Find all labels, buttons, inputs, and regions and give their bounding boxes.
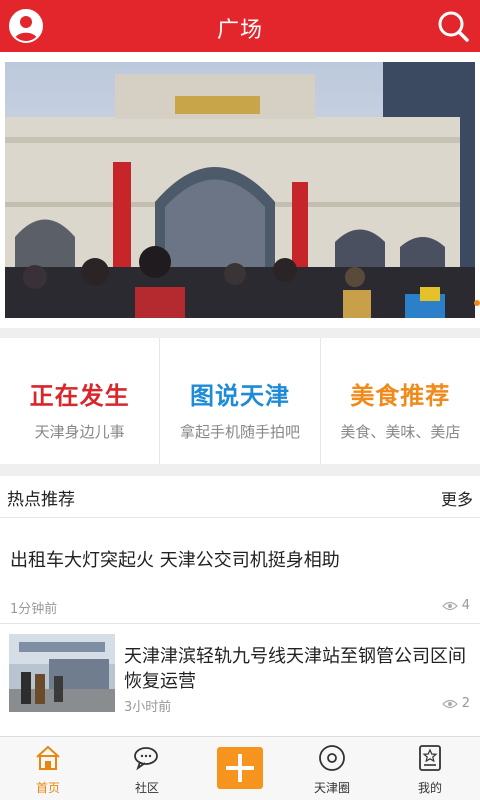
news-views: 2 — [441, 696, 470, 711]
news-time: 3小时前 — [124, 700, 172, 715]
news-time: 1分钟前 — [10, 602, 58, 617]
eye-icon — [441, 601, 458, 610]
category-subtitle: 美食、美味、美店 — [340, 423, 461, 441]
nav-label: 社区 — [134, 781, 159, 795]
category-subtitle: 天津身边儿事 — [34, 423, 125, 441]
news-item[interactable]: 天津津滨轻轨九号线天津站至钢管公司区间恢复运营 3小时前 2 — [0, 624, 480, 736]
section-title: 热点推荐 — [7, 490, 75, 510]
banner-image[interactable] — [5, 62, 475, 318]
carousel-indicator[interactable] — [474, 300, 480, 306]
category-happening[interactable]: 正在发生 天津身边儿事 — [0, 338, 159, 464]
chat-bubbles-icon — [134, 747, 158, 771]
view-count: 2 — [461, 696, 470, 711]
hot-section-header: 热点推荐 更多 — [0, 476, 480, 518]
nav-label: 我的 — [417, 781, 442, 795]
nav-label: 天津圈 — [313, 781, 350, 795]
disc-icon — [319, 745, 345, 771]
category-title: 美食推荐 — [350, 382, 451, 410]
news-title: 出租车大灯突起火 天津公交司机挺身相助 — [10, 550, 340, 571]
search-icon[interactable] — [436, 9, 470, 43]
bottom-nav: 首页 社区 天津圈 我的 — [0, 736, 480, 800]
nav-label: 首页 — [35, 781, 60, 795]
eye-icon — [441, 699, 458, 708]
home-icon — [36, 745, 60, 770]
category-food[interactable]: 美食推荐 美食、美味、美店 — [319, 338, 480, 464]
nav-tianjin-circle[interactable]: 天津圈 — [284, 737, 380, 800]
banner-carousel[interactable] — [0, 52, 480, 328]
more-link[interactable]: 更多 — [441, 486, 473, 510]
nav-home[interactable]: 首页 — [0, 737, 96, 800]
nav-community[interactable]: 社区 — [99, 737, 195, 800]
add-post-button[interactable] — [217, 747, 263, 789]
category-subtitle: 拿起手机随手拍吧 — [179, 423, 300, 441]
view-count: 4 — [461, 598, 470, 613]
news-thumbnail — [9, 634, 115, 712]
category-title: 正在发生 — [29, 382, 130, 410]
profile-card-icon — [419, 745, 441, 771]
news-views: 4 — [441, 598, 470, 613]
plus-icon — [226, 754, 254, 782]
news-item[interactable]: 出租车大灯突起火 天津公交司机挺身相助 1分钟前 4 — [0, 518, 480, 624]
category-photos[interactable]: 图说天津 拿起手机随手拍吧 — [159, 338, 319, 464]
page-title: 广场 — [216, 18, 263, 43]
news-title: 天津津滨轻轨九号线天津站至钢管公司区间恢复运营 — [124, 646, 466, 692]
nav-mine[interactable]: 我的 — [382, 737, 478, 800]
category-title: 图说天津 — [189, 382, 290, 410]
category-row: 正在发生 天津身边儿事 图说天津 拿起手机随手拍吧 美食推荐 美食、美味、美店 — [0, 338, 480, 464]
top-bar: 广场 — [0, 0, 480, 52]
